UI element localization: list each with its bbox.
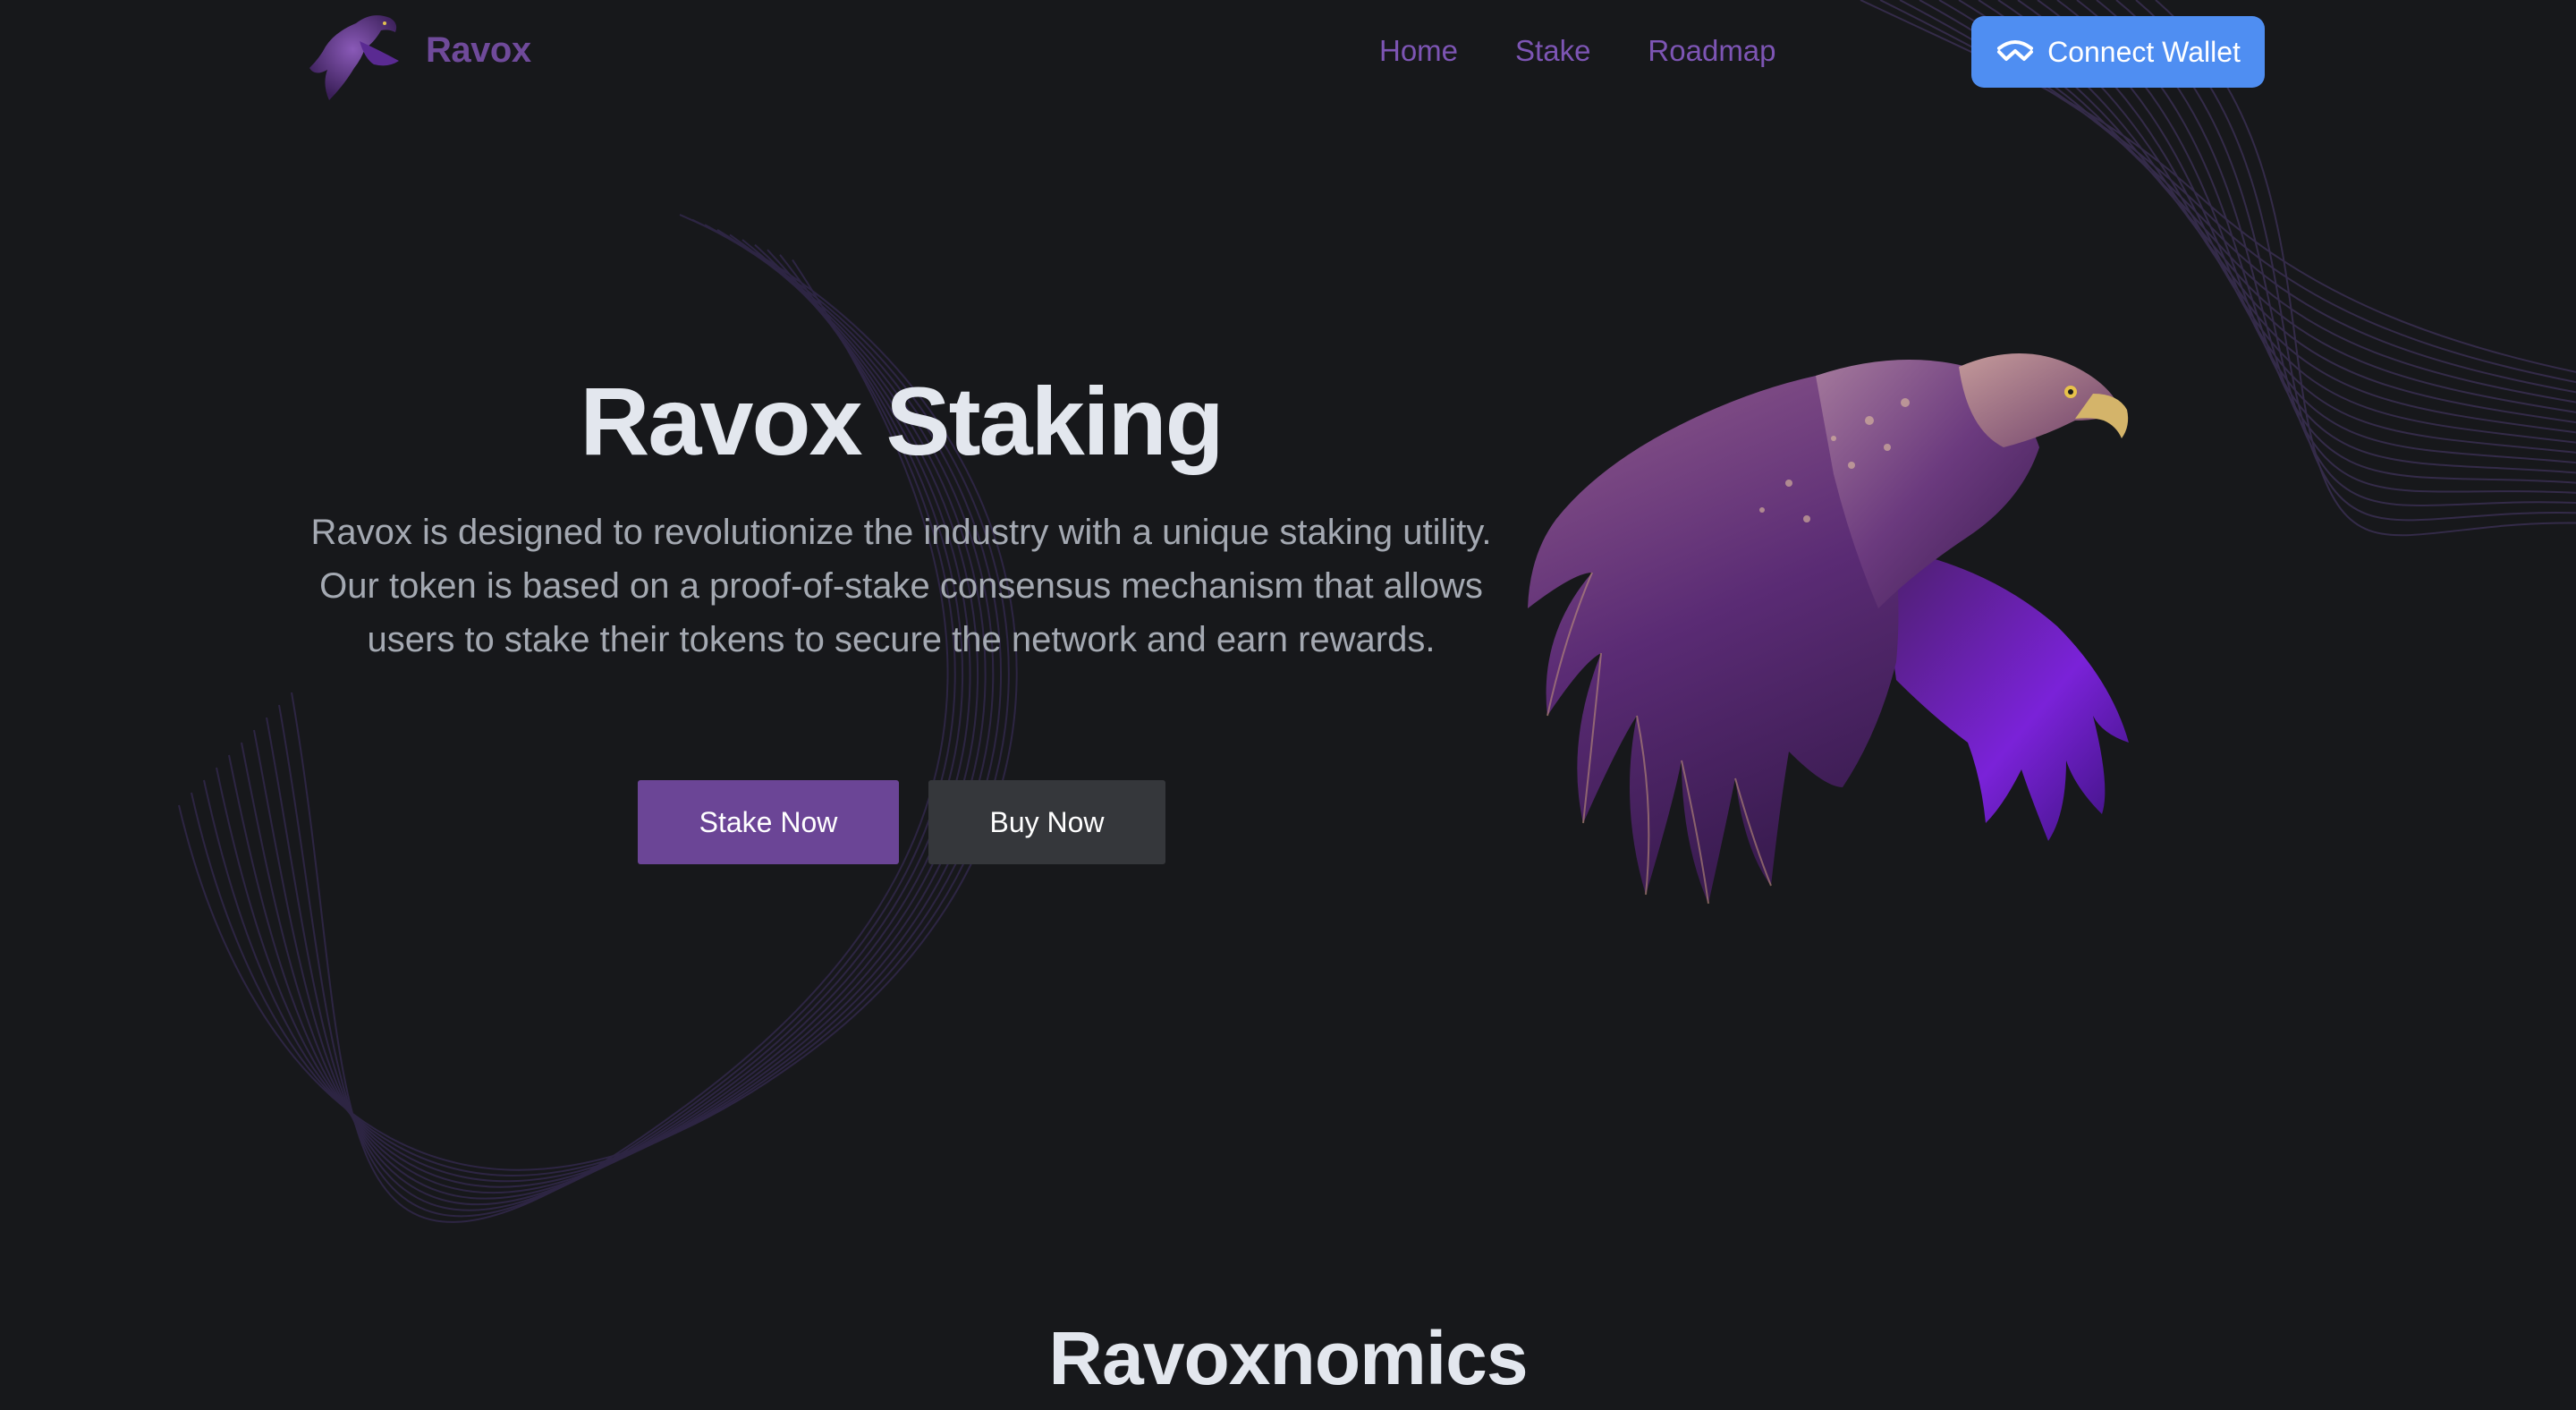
connect-wallet-button[interactable]: Connect Wallet: [1971, 16, 2265, 88]
walletconnect-icon: [1997, 40, 2034, 61]
main-nav: Home Stake Roadmap: [1379, 34, 1776, 68]
hero-title: Ravox Staking: [580, 367, 1224, 475]
brand-name[interactable]: Ravox: [426, 30, 531, 71]
connect-wallet-label: Connect Wallet: [2047, 35, 2241, 68]
nav-link-home[interactable]: Home: [1379, 34, 1458, 68]
nav-link-stake[interactable]: Stake: [1515, 34, 1590, 68]
purple-eagle-illustration: [1528, 353, 2129, 905]
stake-now-button[interactable]: Stake Now: [638, 780, 899, 864]
eagle-logo-icon[interactable]: [302, 5, 406, 104]
hero-description: Ravox is designed to revolutionize the i…: [310, 513, 1492, 659]
buy-now-button[interactable]: Buy Now: [928, 780, 1165, 864]
section-title-ravoxnomics: Ravoxnomics: [1048, 1316, 1528, 1400]
page: Ravox Home Stake Roadmap Connect Wallet …: [0, 0, 2576, 1410]
nav-link-roadmap[interactable]: Roadmap: [1648, 34, 1775, 68]
